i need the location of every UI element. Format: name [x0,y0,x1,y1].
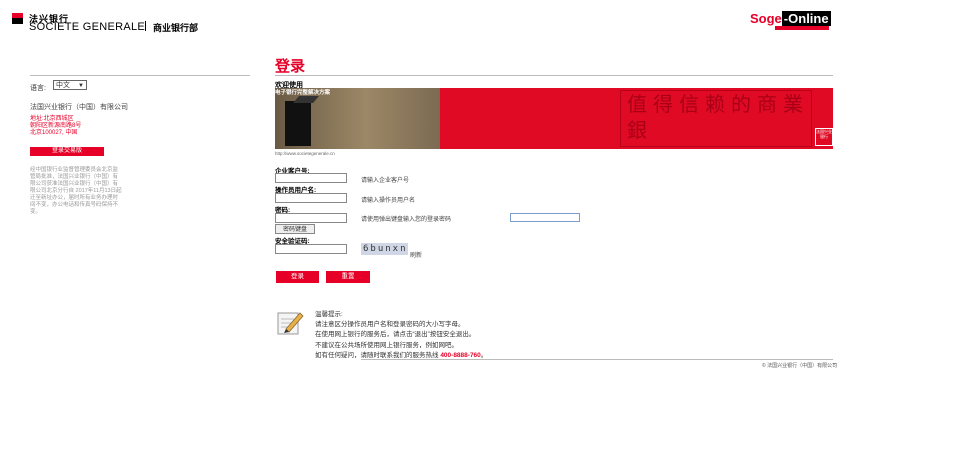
address-line: 地址:北京西城区 [30,116,74,122]
address-line: 北京100027, 中国 [30,130,78,136]
operator-username-input[interactable] [275,193,347,203]
banner-tagline: 电子银行完整解决方案 [275,90,331,96]
title-divider [275,75,833,76]
login-button[interactable]: 登录 [276,271,319,283]
division-name: 商业银行部 [153,23,199,33]
language-select[interactable]: 中文 ▼ [53,80,87,90]
captcha-image: 6bunxn [361,243,408,255]
banner-calligraphy: 值得信赖的商業銀 [620,90,812,147]
banner-stamp-logo: 法国兴业银行 [815,128,833,146]
language-label: 语言: [30,85,46,92]
reset-button[interactable]: 重置 [326,271,370,283]
tips-panel: 温馨提示: 请注意区分操作员用户名和登录密码的大小写字母。 在使用网上银行的服务… [315,310,487,361]
office-move-notice: 经中国银行业监督管理委员会北京监管局批准，法国兴业银行（中国）有限公司获准法国兴… [30,167,122,215]
hotline-prefix: 如有任何疑问，请随时联系我们的服务热线 [315,351,441,359]
copyright-text: © 法国兴业银行（中国）有限公司 [762,363,838,369]
hotline-suffix: 。 [480,351,488,359]
tip-line: 在使用网上银行的服务后，请点击“退出”按钮安全退出。 [315,331,476,339]
secure-password-field[interactable] [510,213,580,222]
black-box-image [285,101,311,146]
captcha-input[interactable] [275,244,347,254]
bank-address: 地址:北京西城区 朝阳区新源南路8号 北京100027, 中国 [30,116,81,137]
bank-name: 法国兴业银行（中国）有限公司 [30,104,128,111]
page-title: 登录 [275,58,306,75]
customer-number-input[interactable] [275,173,347,183]
notepad-pencil-icon [277,312,304,335]
brand-underline [775,26,829,30]
logo-divider [145,21,146,31]
operator-username-hint: 请输入操作员用户名 [361,198,416,204]
logo-english-name: SOCIETE GENERALE [29,21,146,33]
tip-line: 请注意区分操作员用户名和登录密码的大小写字母。 [315,321,465,329]
societe-generale-logo-icon [12,13,23,24]
hotline-number: 400-8888-760 [440,351,481,359]
password-input[interactable] [275,213,347,223]
brand-right: Online [788,11,829,26]
tips-title: 温馨提示: [315,311,343,318]
banner-photo [275,88,440,149]
chevron-down-icon: ▼ [78,83,84,89]
brand-left: Soge [750,11,782,26]
trade-version-login-button[interactable]: 登录交易版 [30,147,104,156]
footer-divider [361,359,833,360]
tip-line: 不建议在公共场所使用网上银行服务，例如网吧。 [315,341,458,349]
soge-online-brand: Soge -Online [750,11,831,26]
customer-number-hint: 请输入企业客户号 [361,178,410,184]
language-value: 中文 [56,82,70,89]
promo-banner: 电子银行完整解决方案 值得信赖的商業銀 法国兴业银行 [275,88,833,149]
password-hint: 请使用弹出键盘输入您的登录密码 [361,217,452,223]
site-url: http://www.societegenerale.cn [275,151,335,156]
address-line: 朝阳区新源南路8号 [30,123,82,129]
captcha-refresh-link[interactable]: 刷新 [410,250,422,259]
left-divider [30,75,250,76]
virtual-keyboard-button[interactable]: 密码键盘 [275,224,315,234]
